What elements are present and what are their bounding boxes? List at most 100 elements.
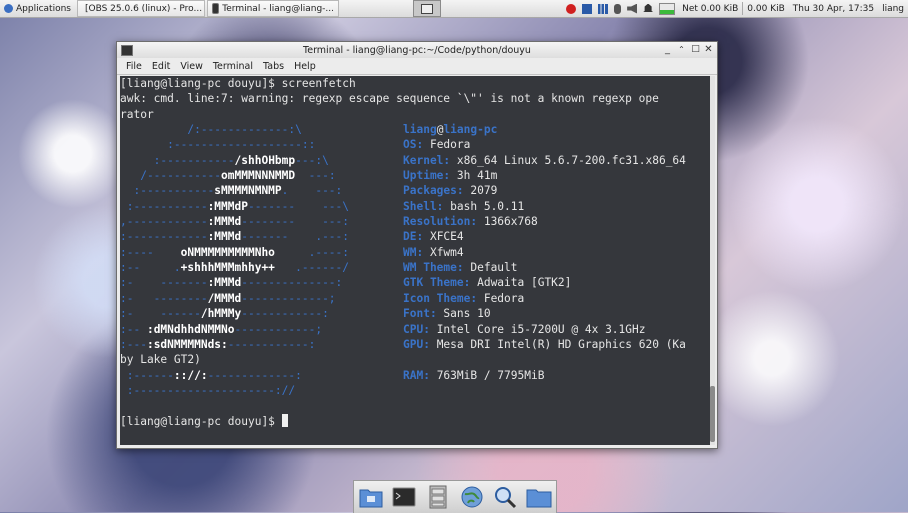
info-key: Packages: [403, 184, 464, 198]
ascii-fragment: :----------- [120, 199, 208, 213]
ascii-fragment: . ---: [281, 184, 363, 198]
info-value: x86_64 Linux 5.6.7-200.fc31.x86_64 [450, 153, 686, 167]
sf-user: liang [403, 123, 437, 137]
info-key: Resolution: [403, 215, 478, 229]
info-key: RAM: [403, 368, 430, 382]
app-tray-icon[interactable] [566, 3, 577, 14]
info-value: Fedora [477, 291, 525, 305]
scrollbar-thumb[interactable] [710, 386, 715, 442]
scrollbar[interactable] [710, 76, 715, 445]
info-key: Font: [403, 307, 437, 321]
shade-icon[interactable]: ⌃ [676, 44, 687, 55]
search-icon[interactable] [492, 484, 518, 510]
info-key: CPU: [403, 322, 430, 336]
maximize-icon[interactable]: □ [690, 44, 701, 55]
ascii-fragment: :----------- [120, 184, 215, 198]
prompt: [liang@liang-pc douyu]$ [120, 77, 282, 90]
ascii-fragment: ,------------ [120, 215, 208, 229]
menu-tabs[interactable]: Tabs [258, 61, 289, 72]
warning-line: rator [120, 107, 154, 121]
network-icon[interactable] [582, 3, 593, 14]
info-value: bash 5.0.11 [443, 199, 525, 213]
screenfetch-line: :- ------/hMMMy------------: Font: Sans … [120, 306, 711, 321]
screenfetch-line: :-----------sMMMMNMNMP. ---: Packages: 2… [120, 183, 711, 198]
prompt: [liang@liang-pc douyu]$ [120, 414, 282, 428]
taskbar-item-obs[interactable]: [OBS 25.0.6 (linux) - Pro... [76, 0, 205, 17]
home-folder-icon[interactable] [358, 484, 384, 510]
info-value: Default [463, 261, 518, 275]
info-value: Intel Core i5-7200U @ 4x 3.1GHz [429, 322, 646, 336]
terminal-icon [211, 3, 220, 14]
ascii-fragment: :------ [120, 368, 174, 382]
ascii-art: :-- .+shhhMMMmhhy++ .------/ [120, 260, 403, 275]
info-key: GPU: [403, 337, 430, 351]
screenfetch-line: /-----------omMMMNNNMMD ---: Uptime: 3h … [120, 168, 711, 183]
ascii-fragment: .------/ [274, 261, 363, 275]
ascii-fragment: :MMMd [207, 276, 242, 290]
info-key: Shell: [403, 199, 444, 213]
info-key: Uptime: [403, 169, 451, 183]
folder-icon[interactable] [526, 484, 552, 510]
ascii-art: ,------------:MMMd-------- ---: [120, 214, 403, 229]
close-icon[interactable]: ✕ [703, 44, 714, 55]
ascii-art: /-----------omMMMNNNMMD ---: [120, 168, 403, 183]
ascii-fragment: :-- . [120, 261, 181, 275]
file-manager-icon[interactable] [425, 484, 451, 510]
menu-terminal[interactable]: Terminal [208, 61, 258, 72]
network-speed: Net 0.00 KiB [682, 3, 739, 14]
taskbar-item-label: [OBS 25.0.6 (linux) - Pro... [84, 3, 203, 14]
ascii-fragment: ------------; [234, 322, 356, 336]
applications-menu[interactable]: Applications [0, 1, 75, 16]
menu-help[interactable]: Help [289, 61, 321, 72]
titlebar[interactable]: Terminal - liang@liang-pc:~/Code/python/… [117, 42, 717, 58]
ascii-fragment: :------------ [120, 230, 208, 244]
ascii-fragment: :MMMd [207, 215, 242, 229]
workspace-switcher[interactable] [412, 0, 441, 17]
info-key: WM: [403, 245, 424, 259]
ascii-fragment: /:-------------:\ [120, 123, 302, 137]
menu-file[interactable]: File [121, 61, 147, 72]
screenfetch-line: :------:://:-------------: RAM: 763MiB /… [120, 368, 711, 383]
taskbar-item-terminal[interactable]: Terminal - liang@liang-... [206, 0, 339, 17]
signal-icon[interactable] [598, 3, 609, 14]
network-speed-2: 0.00 KiB [747, 3, 785, 14]
dock [353, 480, 557, 513]
info-key: WM Theme: [403, 261, 464, 275]
ascii-fragment: :---- [120, 245, 181, 259]
ascii-art: :- --------/MMMd-------------; [120, 291, 403, 306]
screenfetch-line: :-- .+shhhMMMmhhy++ .------/ WM Theme: D… [120, 260, 711, 275]
screenfetch-line: ,------------:MMMd-------- ---: Resoluti… [120, 214, 711, 229]
ascii-fragment: :dMNdhhdNMMNo [146, 322, 235, 336]
ascii-fragment: :- ------ [120, 307, 201, 321]
terminal-output[interactable]: [liang@liang-pc douyu]$ screenfetch awk:… [120, 76, 711, 445]
screenfetch-line: /:-------------:\ liang@liang-pc [120, 122, 711, 137]
menu-view[interactable]: View [175, 61, 208, 72]
info-key: Kernel: [403, 153, 451, 167]
ascii-art: :-------------------:: [120, 137, 403, 152]
ascii-art: :- -------:MMMd--------------: [120, 275, 403, 290]
prompt-line: [liang@liang-pc douyu]$ [120, 413, 711, 429]
notification-icon[interactable] [643, 3, 654, 12]
screenfetch-line: by Lake GT2) [120, 352, 711, 367]
ascii-fragment: --------------: [241, 276, 356, 290]
user-menu[interactable]: liang [878, 1, 908, 16]
clock[interactable]: Thu 30 Apr, 17:35 [789, 1, 878, 16]
command-line: [liang@liang-pc douyu]$ screenfetch [120, 76, 711, 91]
screenfetch-line: :---:sdNMMMMNds:------------: GPU: Mesa … [120, 337, 711, 352]
bluetooth-icon[interactable] [614, 3, 622, 14]
ascii-fragment: ------- .---: [241, 230, 363, 244]
ascii-fragment: :- ------- [120, 276, 208, 290]
minimize-icon[interactable]: _ [662, 44, 673, 55]
ascii-fragment: /MMMd [207, 291, 242, 305]
volume-icon[interactable] [627, 3, 638, 14]
ascii-fragment: ------------: [227, 337, 356, 351]
ascii-fragment [315, 138, 369, 151]
info-value: Xfwm4 [423, 245, 464, 259]
menu-edit[interactable]: Edit [147, 61, 175, 72]
terminal-icon[interactable] [391, 484, 417, 510]
ascii-art: :---------------------:// [120, 383, 403, 398]
web-browser-icon[interactable] [459, 484, 485, 510]
info-value: Adwaita [GTK2] [470, 276, 572, 290]
warning-line: awk: cmd. line:7: warning: regexp escape… [120, 92, 659, 106]
